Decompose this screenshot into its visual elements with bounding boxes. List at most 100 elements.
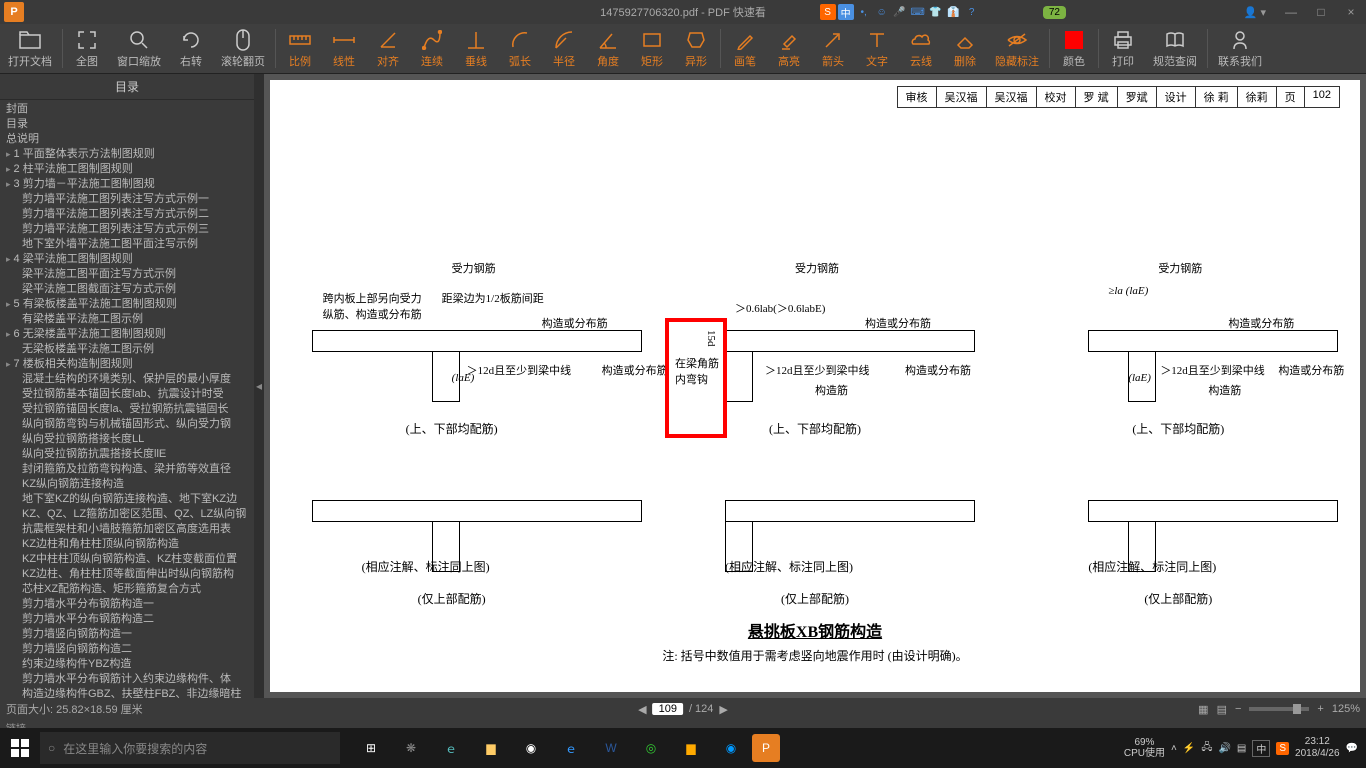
ime-skin1-icon[interactable]: 👕 (928, 4, 944, 20)
ime-toolbar[interactable]: S 中 •, ☺ 🎤 ⌨ 👕 👔 ? (820, 4, 980, 20)
toc-item[interactable]: 纵向钢筋弯钩与机械锚固形式、纵向受力钢 (4, 417, 254, 432)
minimize-button[interactable]: — (1276, 0, 1306, 24)
toc-item[interactable]: 纵向受拉钢筋抗震搭接长度llE (4, 447, 254, 462)
toc-item[interactable]: 封面 (4, 102, 254, 117)
toc-item[interactable]: 有梁楼盖平法施工图示例 (4, 312, 254, 327)
toolbar-book-button[interactable]: 规范查阅 (1145, 24, 1205, 73)
ime-lang-icon[interactable]: 中 (838, 4, 854, 20)
toc-item[interactable]: 梁平法施工图截面注写方式示例 (4, 282, 254, 297)
toc-item[interactable]: 总说明 (4, 132, 254, 147)
toolbar-pen-button[interactable]: 画笔 (723, 24, 767, 73)
toc-item[interactable]: 地下室KZ的纵向钢筋连接构造、地下室KZ边 (4, 492, 254, 507)
toc-item[interactable]: KZ边柱、角柱柱顶等截面伸出时纵向钢筋构 (4, 567, 254, 582)
toc-item[interactable]: 剪力墙水平分布钢筋构造二 (4, 612, 254, 627)
tray-up-icon[interactable]: ˄ (1171, 743, 1177, 754)
view-mode-icon[interactable]: ▦ (1198, 703, 1208, 716)
toc-item[interactable]: 芯柱XZ配筋构造、矩形箍筋复合方式 (4, 582, 254, 597)
chrome-icon[interactable]: ◉ (512, 728, 550, 768)
toolbar-hide-button[interactable]: 隐藏标注 (987, 24, 1047, 73)
toolbar-rotate-button[interactable]: 右转 (169, 24, 213, 73)
ime-voice-icon[interactable]: 🎤 (892, 4, 908, 20)
toolbar-curve-button[interactable]: 连续 (410, 24, 454, 73)
notification-icon[interactable]: 💬 (1346, 743, 1358, 754)
toc-item[interactable]: 7 楼板相关构造制图规则 (4, 357, 254, 372)
toc-item[interactable]: 地下室外墙平法施工图平面注写示例 (4, 237, 254, 252)
toc-list[interactable]: 封面目录总说明1 平面整体表示方法制图规则2 柱平法施工图制图规则3 剪力墙－平… (0, 100, 254, 698)
prev-page-icon[interactable]: ◀ (638, 703, 646, 716)
toolbar-contact-button[interactable]: 联系我们 (1210, 24, 1270, 73)
toolbar-radius-button[interactable]: 半径 (542, 24, 586, 73)
zoom-in-icon[interactable]: + (1317, 703, 1323, 715)
ime-punct-icon[interactable]: •, (856, 4, 872, 20)
toc-item[interactable]: 2 柱平法施工图制图规则 (4, 162, 254, 177)
toolbar-color-button[interactable]: 颜色 (1052, 24, 1096, 73)
zoom-out-icon[interactable]: − (1235, 703, 1241, 715)
ime-emoji-icon[interactable]: ☺ (874, 4, 890, 20)
edge-icon[interactable]: ｅ (432, 728, 470, 768)
toolbar-align-button[interactable]: 对齐 (366, 24, 410, 73)
toc-item[interactable]: 3 剪力墙－平法施工图制图规 (4, 177, 254, 192)
app-icon-2[interactable]: ▆ (672, 728, 710, 768)
toc-item[interactable]: 5 有梁板楼盖平法施工图制图规则 (4, 297, 254, 312)
cpu-meter[interactable]: 69% CPU使用 (1124, 737, 1165, 759)
close-button[interactable]: × (1336, 0, 1366, 24)
toolbar-ruler-button[interactable]: 比例 (278, 24, 322, 73)
toc-item[interactable]: 4 梁平法施工图制图规则 (4, 252, 254, 267)
ime-help-icon[interactable]: ? (964, 4, 980, 20)
toc-item[interactable]: 1 平面整体表示方法制图规则 (4, 147, 254, 162)
360-icon[interactable]: ◎ (632, 728, 670, 768)
folder-icon[interactable]: ▆ (472, 728, 510, 768)
ie-icon[interactable]: ｅ (552, 728, 590, 768)
toc-item[interactable]: 6 无梁楼盖平法施工图制图规则 (4, 327, 254, 342)
page-number-input[interactable]: 109 (653, 703, 683, 715)
network-icon[interactable]: 🖧 (1201, 740, 1212, 757)
toolbar-poly-button[interactable]: 异形 (674, 24, 718, 73)
toc-item[interactable]: KZ纵向钢筋连接构造 (4, 477, 254, 492)
toc-item[interactable]: 混凝土结构的环境类别、保护层的最小厚度 (4, 372, 254, 387)
toc-item[interactable]: 剪力墙平法施工图列表注写方式示例二 (4, 207, 254, 222)
toolbar-cloud-button[interactable]: 云线 (899, 24, 943, 73)
toolbar-arc-button[interactable]: 弧长 (498, 24, 542, 73)
toolbar-perp-button[interactable]: 垂线 (454, 24, 498, 73)
toc-item[interactable]: 封闭箍筋及拉筋弯钩构造、梁并筋等效直径 (4, 462, 254, 477)
sogou-tray-icon[interactable]: S (1276, 742, 1289, 755)
toc-item[interactable]: 剪力墙水平分布钢筋计入约束边缘构件、体 (4, 672, 254, 687)
toc-item[interactable]: 约束边缘构件YBZ构造 (4, 657, 254, 672)
toc-item[interactable]: 纵向受拉钢筋搭接长度LL (4, 432, 254, 447)
document-viewport[interactable]: 审核吴汉福吴汉福校对罗 斌罗斌设计徐 莉徐莉页102 受力钢筋 跨内板上部另向受… (264, 74, 1366, 698)
toolbar-print-button[interactable]: 打印 (1101, 24, 1145, 73)
view-mode-icon-2[interactable]: ▤ (1217, 703, 1227, 716)
app-icon[interactable]: ❋ (392, 728, 430, 768)
toc-item[interactable]: KZ边柱和角柱柱顶纵向钢筋构造 (4, 537, 254, 552)
toc-item[interactable]: 受拉钢筋基本锚固长度lab、抗震设计时受 (4, 387, 254, 402)
toolbar-delete-button[interactable]: 删除 (943, 24, 987, 73)
toolbar-folder-button[interactable]: 打开文档 (0, 24, 60, 73)
task-view-icon[interactable]: ⊞ (352, 728, 390, 768)
page-navigator[interactable]: ◀ 109 / 124 ▶ (638, 703, 728, 716)
app-icon-3[interactable]: ◉ (712, 728, 750, 768)
maximize-button[interactable]: □ (1306, 0, 1336, 24)
toolbar-expand-button[interactable]: 全图 (65, 24, 109, 73)
toc-item[interactable]: 剪力墙竖向钢筋构造二 (4, 642, 254, 657)
taskbar-search[interactable]: ○ 在这里输入你要搜索的内容 (40, 732, 340, 764)
volume-icon[interactable]: 🔊 (1218, 743, 1230, 754)
ime-keyboard-icon[interactable]: ⌨ (910, 4, 926, 20)
notification-badge[interactable]: 72 (1043, 6, 1066, 19)
toc-item[interactable]: 抗震框架柱和小墙肢箍筋加密区高度选用表 (4, 522, 254, 537)
toolbar-line-button[interactable]: 线性 (322, 24, 366, 73)
toc-item[interactable]: 剪力墙竖向钢筋构造一 (4, 627, 254, 642)
toc-item[interactable]: 剪力墙水平分布钢筋构造一 (4, 597, 254, 612)
user-menu[interactable]: 👤 ▾ (1244, 6, 1266, 19)
toolbar-arrow-button[interactable]: 箭头 (811, 24, 855, 73)
toc-item[interactable]: 目录 (4, 117, 254, 132)
battery-icon[interactable]: ▤ (1237, 743, 1246, 754)
toc-item[interactable]: 剪力墙平法施工图列表注写方式示例一 (4, 192, 254, 207)
toc-item[interactable]: 无梁板楼盖平法施工图示例 (4, 342, 254, 357)
clock[interactable]: 23:12 2018/4/26 (1295, 736, 1340, 760)
toc-item[interactable]: 受拉钢筋锚固长度la、受拉钢筋抗震锚固长 (4, 402, 254, 417)
sogou-icon[interactable]: S (820, 4, 836, 20)
toc-item[interactable]: 梁平法施工图平面注写方式示例 (4, 267, 254, 282)
toolbar-mouse-button[interactable]: 滚轮翻页 (213, 24, 273, 73)
pdf-app-icon[interactable]: P (752, 734, 780, 762)
start-button[interactable] (0, 728, 40, 768)
